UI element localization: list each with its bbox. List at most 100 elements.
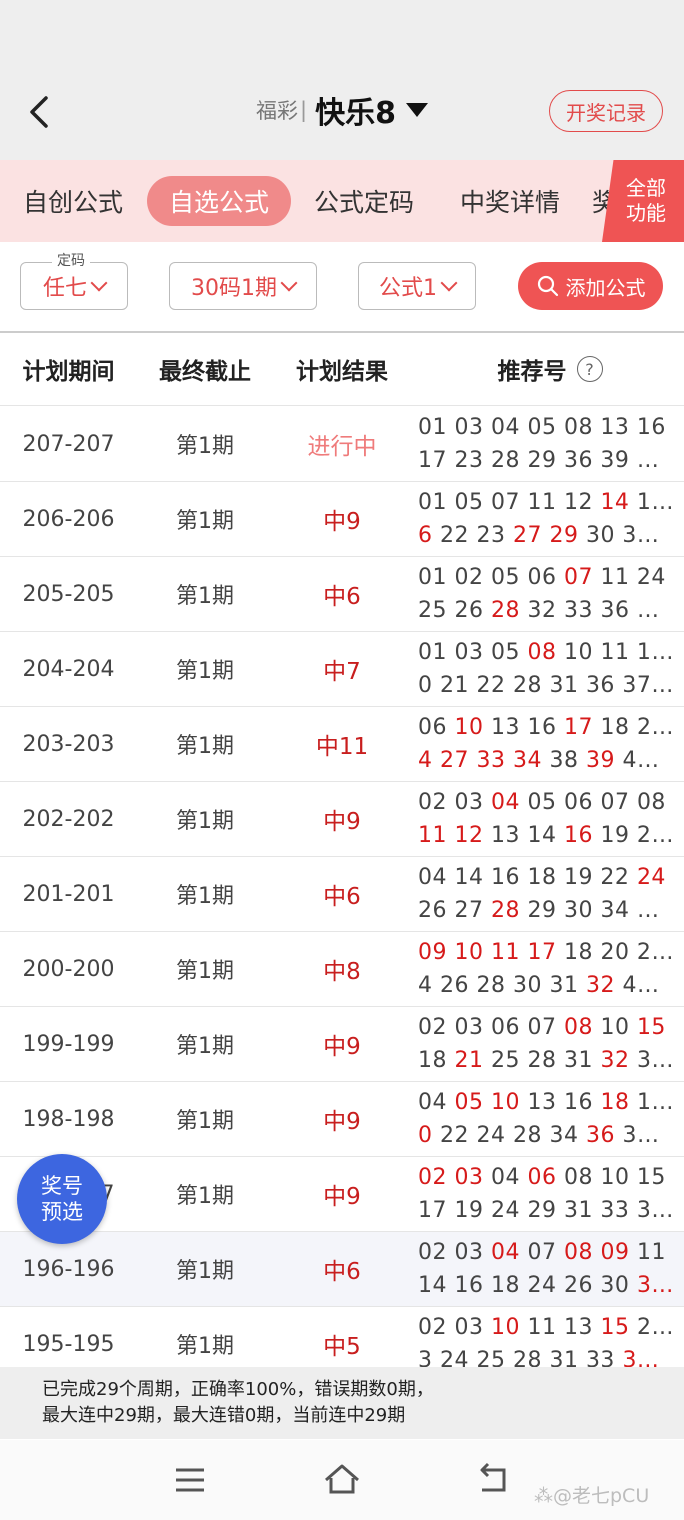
number: 11 24 bbox=[592, 565, 666, 590]
number-preselect-button[interactable]: 奖号 预选 bbox=[17, 1154, 107, 1244]
watermark: ⁂@老七pCU bbox=[534, 1485, 650, 1507]
number: 04 14 16 18 19 22 bbox=[418, 865, 637, 890]
hit-number: 07 bbox=[563, 565, 593, 590]
table-row[interactable]: 196-196 第1期 中6 02 03 04 07 08 09 11 14 16 18… bbox=[0, 1232, 684, 1307]
table-row[interactable]: 201-201 第1期 中6 04 14 16 18 19 22 24 26 27 28… bbox=[0, 857, 684, 932]
table-row[interactable]: 200-200 第1期 中8 09 10 11 17 18 20 22 24 26 2… bbox=[0, 932, 684, 1007]
all-functions-button[interactable]: 全部 功能 bbox=[602, 160, 684, 242]
plan-result: 中6 bbox=[323, 1259, 361, 1285]
number: 18 20 22 2 bbox=[556, 940, 682, 965]
search-icon bbox=[537, 275, 558, 297]
numbers-line1: 02 03 04 06 08 10 15 bbox=[418, 1161, 682, 1194]
add-formula-label: 添加公式 bbox=[565, 275, 646, 300]
number: 17 19 24 29 31 33 3… bbox=[418, 1198, 674, 1223]
numbers-line1: 04 05 10 13 16 18 19 2 bbox=[418, 1086, 682, 1119]
number: 3… bbox=[614, 1123, 660, 1148]
tab-selected-formula[interactable]: 自选公式 bbox=[147, 176, 291, 226]
table-row[interactable]: 195-195第1期中502 03 10 11 13 15 22 23 24 2… bbox=[0, 1307, 684, 1367]
number: 22 24 28 34 bbox=[432, 1123, 586, 1148]
menu-button[interactable] bbox=[168, 1458, 212, 1502]
plan-period: 195-195 bbox=[22, 1331, 115, 1357]
formula-select[interactable]: 公式1 bbox=[358, 262, 476, 310]
back-nav-button[interactable] bbox=[472, 1458, 516, 1502]
number: 17 23 28 29 36 39 … bbox=[418, 448, 660, 473]
tab-formula-codes[interactable]: 公式定码 bbox=[302, 176, 426, 226]
number: 08 10 15 bbox=[556, 1165, 666, 1190]
numbers-line1: 02 03 04 07 08 09 11 bbox=[418, 1236, 682, 1269]
recommended-numbers: 01 03 04 05 08 13 16 17 23 28 29 36 39 … bbox=[418, 407, 682, 481]
numbers-line1: 01 03 04 05 08 13 16 bbox=[418, 411, 682, 444]
table-row[interactable]: 207-207 第1期 进行中 01 03 04 05 08 13 16 17 23 2… bbox=[0, 407, 684, 482]
tab-prize-details[interactable]: 中奖详情 bbox=[448, 176, 572, 226]
final-cutoff: 第1期 bbox=[176, 1184, 234, 1209]
recommended-numbers: 09 10 11 17 18 20 22 24 26 28 30 31 32 4… bbox=[418, 932, 682, 1006]
number: 0 21 22 28 31 36 37… bbox=[418, 673, 674, 698]
numbers-line1: 06 10 13 16 17 18 22 2 bbox=[418, 711, 682, 744]
table-row[interactable]: 204-204 第1期 中7 01 03 05 08 10 11 15 20 21 2… bbox=[0, 632, 684, 707]
table-row[interactable]: 198-198第1期中904 05 10 13 16 18 19 20 22 2… bbox=[0, 1082, 684, 1157]
number: 4… bbox=[614, 973, 660, 998]
hit-number: 08 bbox=[527, 640, 557, 665]
code-type-value: 任七 bbox=[42, 276, 87, 301]
plan-result: 中11 bbox=[315, 734, 369, 760]
number: 22 23 bbox=[432, 523, 513, 548]
hit-number: 27 29 bbox=[512, 523, 579, 548]
number: 02 03 bbox=[418, 1315, 491, 1340]
final-cutoff: 第1期 bbox=[176, 1334, 234, 1359]
table-row[interactable]: 205-205 第1期 中6 01 02 05 06 07 11 24 25 26 28… bbox=[0, 557, 684, 632]
number: 22 2 bbox=[636, 1315, 682, 1340]
plan-period: 202-202 bbox=[22, 806, 115, 832]
table-row[interactable]: 206-206第1期中901 05 07 11 12 14 15 16 22 2… bbox=[0, 482, 684, 557]
number: 3… bbox=[629, 1048, 674, 1073]
table-row[interactable]: 202-202 第1期 中9 02 03 04 05 06 07 08 11 12 13… bbox=[0, 782, 684, 857]
menu-icon bbox=[176, 1468, 204, 1492]
range-value: 30码1期 bbox=[191, 276, 277, 301]
numbers-line1: 01 02 05 06 07 11 24 bbox=[418, 561, 682, 594]
final-cutoff: 第1期 bbox=[176, 1259, 234, 1284]
add-formula-button[interactable]: 添加公式 bbox=[518, 262, 663, 310]
plan-result: 中9 bbox=[323, 509, 361, 535]
chevron-down-icon bbox=[90, 274, 108, 292]
summary-panel: 已完成29个周期，正确率100%，错误期数0期， 最大连中29期，最大连错0期，… bbox=[0, 1367, 684, 1439]
home-button[interactable] bbox=[320, 1458, 364, 1502]
all-functions-label-1: 全部 bbox=[626, 176, 666, 200]
table-row[interactable]: 203-203第1期中1106 10 13 16 17 18 22 24 27 … bbox=[0, 707, 684, 782]
numbers-line2: 4 27 33 34 38 39 4… bbox=[418, 744, 682, 777]
plan-period: 200-200 bbox=[22, 956, 115, 982]
hit-number: 16 bbox=[563, 823, 593, 848]
numbers-line2: 0 21 22 28 31 36 37… bbox=[418, 669, 682, 702]
chevron-down-icon bbox=[440, 274, 458, 292]
tab-custom-formula[interactable]: 自创公式 bbox=[10, 176, 136, 226]
number: 01 03 05 bbox=[418, 640, 528, 665]
numbers-line2: 17 19 24 29 31 33 3… bbox=[418, 1194, 682, 1227]
number: 01 05 07 11 12 bbox=[418, 490, 601, 515]
plan-period: 199-199 bbox=[22, 1031, 115, 1057]
all-functions-label-2: 功能 bbox=[626, 201, 666, 225]
numbers-line1: 01 05 07 11 12 14 15 1 bbox=[418, 486, 682, 519]
draw-history-button[interactable]: 开奖记录 bbox=[549, 90, 663, 132]
hit-number: 14 bbox=[600, 490, 630, 515]
hit-number: 18 bbox=[600, 1090, 630, 1115]
hit-number: 06 bbox=[527, 1165, 557, 1190]
number: 11 13 bbox=[519, 1315, 601, 1340]
plan-period: 206-206 bbox=[22, 506, 115, 532]
recommended-numbers: 04 05 10 13 16 18 19 20 22 24 28 34 36 3… bbox=[418, 1082, 682, 1156]
range-select[interactable]: 30码1期 bbox=[169, 262, 317, 310]
recommended-numbers: 02 03 04 07 08 09 11 14 16 18 24 26 30 3… bbox=[418, 1232, 682, 1306]
number: 07 bbox=[519, 1240, 564, 1265]
hit-number: 2 bbox=[673, 715, 682, 740]
recommended-numbers: 06 10 13 16 17 18 22 24 27 33 34 38 39 4… bbox=[418, 707, 682, 781]
hit-number: 2 bbox=[673, 1090, 682, 1115]
final-cutoff: 第1期 bbox=[176, 1034, 234, 1059]
plan-result: 中8 bbox=[323, 959, 361, 985]
plan-table-body: 207-207 第1期 进行中 01 03 04 05 08 13 16 17 23 2… bbox=[0, 407, 684, 1367]
final-cutoff: 第1期 bbox=[176, 734, 234, 759]
number: 04 bbox=[483, 1165, 528, 1190]
help-icon[interactable]: ? bbox=[576, 356, 603, 382]
table-row[interactable]: 199-199 第1期 中9 02 03 06 07 08 10 15 18 21 25… bbox=[0, 1007, 684, 1082]
number: 25 26 bbox=[418, 598, 491, 623]
plan-period: 205-205 bbox=[22, 581, 115, 607]
number: 18 bbox=[418, 1048, 455, 1073]
number: 30 3… bbox=[578, 523, 660, 548]
header-period: 计划期间 bbox=[22, 359, 115, 385]
